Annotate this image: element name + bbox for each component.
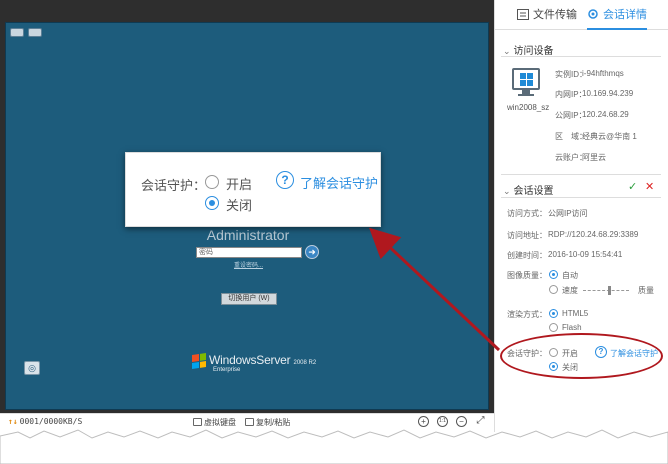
torn-edge bbox=[0, 429, 668, 464]
annotation-arrow bbox=[369, 227, 501, 352]
